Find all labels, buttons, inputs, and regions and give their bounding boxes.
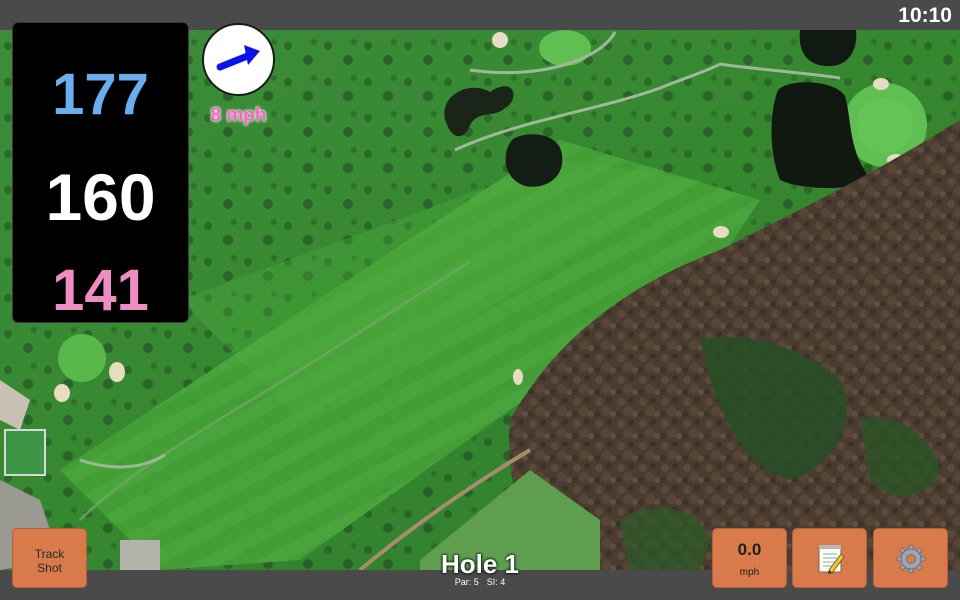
golf-gps-screen: 10:10 177 160 141 8 mph Track Shot Hole … [0, 0, 960, 600]
distance-panel: 177 160 141 [12, 22, 189, 323]
front-distance: 141 [52, 258, 149, 323]
settings-button[interactable] [873, 528, 948, 588]
speed-value: 0.0 [737, 540, 762, 559]
track-shot-label-2: Shot [37, 561, 62, 575]
track-shot-button[interactable]: Track Shot [12, 528, 87, 588]
hole-title: Hole 1 [440, 549, 520, 579]
wind-direction-arrow-icon [216, 45, 260, 71]
wind-dial [202, 23, 275, 96]
notepad-icon [818, 545, 845, 574]
center-distance: 160 [45, 160, 156, 234]
speed-unit: mph [739, 567, 760, 578]
notes-button[interactable] [792, 528, 867, 588]
speed-button[interactable]: 0.0 mph [712, 528, 787, 588]
back-distance: 177 [52, 62, 149, 127]
gear-icon [896, 544, 926, 574]
clock: 10:10 [898, 4, 952, 27]
par-label: Par: 5 [454, 577, 479, 587]
hole-info: Par: 5 SI: 4 [380, 577, 580, 587]
track-shot-label: Track [34, 547, 65, 561]
wind-speed: 8 mph [210, 105, 267, 126]
stroke-index-label: SI: 4 [486, 577, 506, 587]
